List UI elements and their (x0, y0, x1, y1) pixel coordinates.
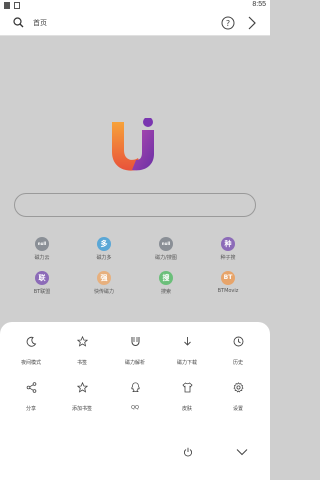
star-icon (76, 335, 88, 347)
shortcut-label: 磁力多 (96, 255, 112, 261)
shortcut-item[interactable]: BT BTMoviz (198, 271, 258, 294)
menu-item-magnet-download[interactable]: 磁力下载 (160, 332, 214, 366)
menu-item-label: 设置 (232, 406, 243, 412)
shortcut-item[interactable]: 搜 搜索 (136, 271, 196, 295)
menu-item-add-bookmark[interactable]: 添加书签 (55, 378, 109, 412)
menu-item-history[interactable]: 历史 (211, 332, 265, 366)
shortcut-item[interactable]: 多 磁力多 (74, 237, 134, 261)
menu-item-skin[interactable]: 皮肤 (160, 378, 214, 412)
shortcut-label: 种子搜 (220, 255, 236, 261)
menu-item-settings[interactable]: 设置 (211, 378, 265, 412)
menu-item-bookmarks[interactable]: 书签 (55, 332, 109, 366)
shortcut-item[interactable]: null 磁力云 (12, 237, 72, 261)
app-logo (112, 118, 154, 171)
menu-item-qq[interactable]: QQ (108, 378, 162, 411)
menu-item-label: 历史 (232, 360, 243, 366)
qiang-icon: 强 (97, 271, 111, 285)
menu-item-night-mode[interactable]: 夜间模式 (4, 332, 58, 366)
address-bar[interactable]: 首页 ? (0, 12, 270, 36)
clock-icon (233, 336, 243, 347)
add-bookmark-icon (76, 381, 88, 393)
shortcut-label: 磁力/搜图 (155, 255, 177, 261)
menu-item-label: QQ (131, 405, 139, 411)
shortcut-label: 搜索 (160, 289, 171, 295)
shortcut-label: BT联盟 (33, 289, 51, 295)
download-icon (183, 337, 191, 346)
menu-item-label: 书签 (76, 360, 87, 366)
shortcut-item[interactable]: 联 BT联盟 (12, 271, 72, 295)
duo-icon: 多 (97, 237, 111, 251)
search-icon[interactable] (13, 17, 24, 28)
gear-icon (233, 382, 243, 393)
menu-item-share[interactable]: 分享 (4, 378, 58, 412)
shortcut-label: BTMoviz (217, 288, 239, 294)
share-icon (26, 382, 36, 393)
shortcut-label: 快传磁力 (93, 289, 114, 295)
moon-icon (26, 336, 36, 347)
menu-item-label: 磁力解析 (124, 360, 145, 366)
menu-item-label: 皮肤 (181, 406, 192, 412)
shortcut-item[interactable]: 种 种子搜 (198, 237, 258, 261)
sou-icon: 搜 (159, 271, 173, 285)
menu-item-label: 夜间模式 (20, 360, 41, 366)
menu-item-label: 磁力下载 (176, 360, 197, 366)
svg-text:?: ? (226, 19, 230, 28)
power-icon[interactable] (183, 447, 193, 457)
null-icon: null (35, 237, 49, 251)
chevron-right-icon[interactable] (246, 16, 258, 30)
menu-sheet: 夜间模式 书签 磁力解析 磁力下载 历史 分享 添加书签 QQ 皮肤 设置 (0, 322, 270, 480)
help-icon[interactable]: ? (221, 16, 235, 30)
page-title[interactable]: 首页 (33, 18, 47, 28)
notification-icon (14, 2, 20, 9)
status-bar: 8:55 (0, 0, 270, 12)
chevron-down-icon[interactable] (236, 448, 248, 456)
shortcut-item[interactable]: null 磁力/搜图 (136, 237, 196, 261)
lian-icon: 联 (35, 271, 49, 285)
zhong-icon: 种 (221, 237, 235, 251)
status-time: 8:55 (252, 1, 266, 8)
search-input[interactable] (14, 193, 256, 217)
menu-item-label: 分享 (25, 406, 36, 412)
shortcut-item[interactable]: 强 快传磁力 (74, 271, 134, 295)
null-icon: null (159, 237, 173, 251)
notification-icon (4, 2, 10, 9)
magnet-icon (131, 337, 139, 346)
menu-item-magnet-parse[interactable]: 磁力解析 (108, 332, 162, 366)
shortcut-label: 磁力云 (34, 255, 50, 261)
shirt-icon (181, 382, 193, 393)
qq-icon (130, 382, 140, 392)
menu-item-label: 添加书签 (71, 406, 92, 412)
bt-icon: BT (221, 271, 235, 285)
